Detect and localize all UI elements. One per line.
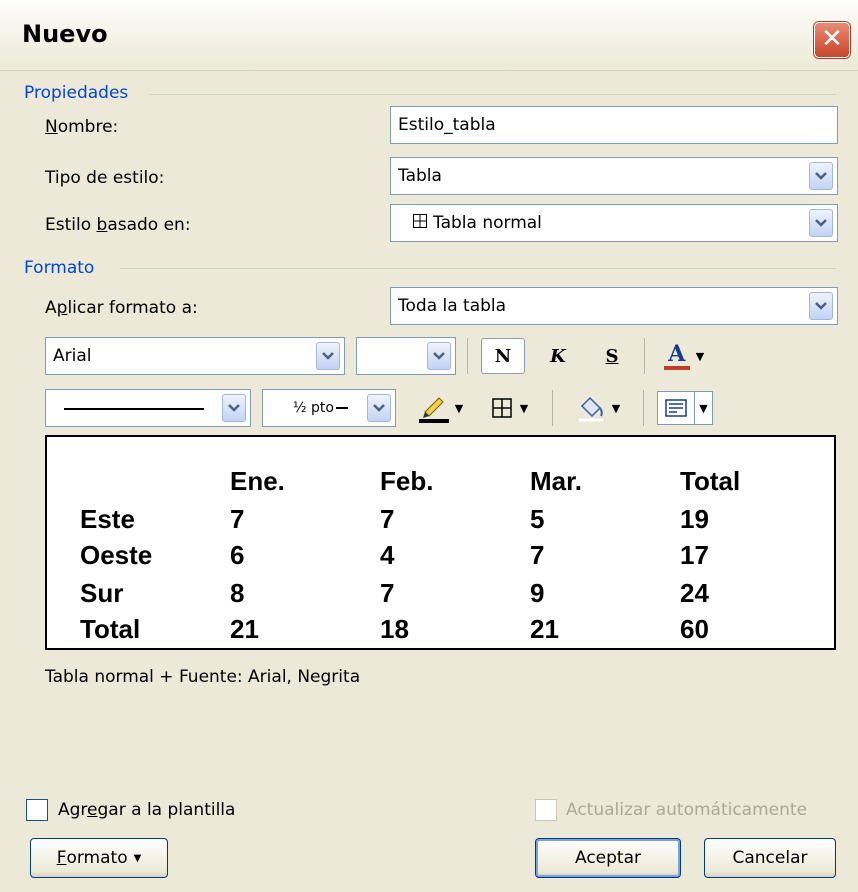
actualizar-checkbox[interactable]	[535, 799, 557, 821]
shading-button[interactable]: ▼	[564, 390, 632, 426]
table-cell: 7	[380, 504, 395, 534]
table-header-ene: Ene.	[230, 466, 285, 496]
borders-button[interactable]: ▼	[478, 390, 542, 426]
table-cell: 6	[230, 540, 245, 570]
formato-group-label: Formato	[24, 258, 103, 278]
table-cell: 7	[230, 504, 245, 534]
table-row-label: Sur	[80, 578, 124, 608]
font-name-select[interactable]: Arial	[45, 337, 345, 375]
chevron-down-icon[interactable]	[222, 394, 246, 422]
alignment-button[interactable]: ▼	[653, 390, 717, 426]
font-size-select[interactable]	[356, 337, 456, 375]
formato-divider	[120, 268, 836, 269]
cancelar-button[interactable]: Cancelar	[704, 838, 836, 878]
aplicar-formato-select[interactable]: Toda la tabla	[390, 287, 838, 325]
chevron-down-icon[interactable]	[809, 292, 833, 320]
italic-label: K	[550, 345, 566, 367]
table-cell: 24	[680, 578, 709, 608]
estilo-basado-label: Estilo basado en:	[45, 215, 191, 235]
formato-button-label-u: F	[56, 848, 67, 868]
chevron-down-icon[interactable]	[809, 209, 833, 237]
nombre-input[interactable]: Estilo_tabla	[390, 106, 838, 144]
toolbar-separator	[643, 390, 644, 426]
nombre-label: Nombre:	[45, 117, 119, 137]
tipo-estilo-label: Tipo de estilo:	[45, 168, 165, 188]
chevron-down-icon[interactable]	[316, 342, 340, 370]
dropdown-arrow-icon: ▼	[133, 852, 142, 864]
table-grid-icon	[413, 205, 427, 241]
table-cell: 18	[380, 614, 409, 644]
aplicar-formato-label: Aplicar formato a:	[45, 298, 198, 318]
bold-label: N	[494, 345, 512, 367]
chevron-down-icon[interactable]	[367, 394, 391, 422]
formato-button-label: ormato	[66, 848, 128, 868]
dropdown-arrow-icon: ▼	[695, 391, 713, 425]
underline-label: S	[605, 345, 619, 367]
estilo-basado-value: Tabla normal	[433, 213, 542, 233]
aceptar-button[interactable]: Aceptar	[535, 838, 681, 878]
underline-button[interactable]: S	[592, 338, 632, 374]
dialog-title: Nuevo	[22, 20, 108, 48]
table-cell: 9	[530, 578, 545, 608]
close-icon[interactable]: ✕	[814, 22, 850, 58]
table-preview: Ene. Feb. Mar. Total Este 7 7 5 19 Oeste…	[45, 435, 836, 650]
table-row-label: Este	[80, 504, 135, 534]
table-cell: 17	[680, 540, 709, 570]
line-weight-value: ½ pto	[293, 400, 334, 416]
font-color-button[interactable]: A ▼	[654, 338, 714, 374]
table-header-mar: Mar.	[530, 466, 583, 496]
borders-icon	[492, 398, 512, 418]
table-cell: 4	[380, 540, 395, 570]
table-header-total: Total	[680, 466, 741, 496]
italic-button[interactable]: K	[538, 338, 578, 374]
title-bar: Nuevo ✕	[0, 0, 858, 71]
pencil-icon	[418, 397, 449, 423]
dropdown-arrow-icon: ▼	[519, 401, 529, 415]
line-style-select[interactable]	[45, 389, 251, 427]
table-cell: 7	[530, 540, 545, 570]
table-row-label: Total	[80, 614, 141, 644]
propiedades-divider	[150, 94, 836, 95]
agregar-plantilla-label[interactable]: Agregar a la plantilla	[58, 800, 235, 820]
table-header-feb: Feb.	[380, 466, 434, 496]
bold-button[interactable]: N	[481, 338, 525, 374]
propiedades-group-label: Propiedades	[24, 83, 137, 103]
table-cell: 21	[230, 614, 259, 644]
paint-bucket-icon	[577, 396, 605, 422]
line-style-preview	[64, 408, 204, 410]
table-row-label: Oeste	[80, 540, 153, 570]
toolbar-separator	[552, 390, 553, 426]
font-color-icon: A	[663, 342, 690, 370]
dropdown-arrow-icon: ▼	[611, 401, 621, 415]
line-weight-select[interactable]: ½ pto	[262, 389, 396, 427]
tipo-estilo-select[interactable]: Tabla	[390, 157, 838, 195]
border-color-button[interactable]: ▼	[408, 390, 472, 426]
table-cell: 19	[680, 504, 709, 534]
table-cell: 21	[530, 614, 559, 644]
estilo-basado-select[interactable]: Tabla normal	[390, 204, 838, 242]
table-cell: 5	[530, 504, 545, 534]
dialog-window: Nuevo ✕ Propiedades Nombre: Estilo_tabla…	[0, 0, 858, 892]
toolbar-separator	[467, 338, 468, 374]
line-weight-line	[335, 407, 348, 409]
style-description: Tabla normal + Fuente: Arial, Negrita	[45, 667, 361, 687]
table-cell: 7	[380, 578, 395, 608]
actualizar-label: Actualizar automáticamente	[566, 800, 808, 820]
aplicar-formato-value: Toda la tabla	[398, 296, 507, 316]
tipo-estilo-value: Tabla	[398, 166, 442, 186]
table-cell: 8	[230, 578, 245, 608]
dropdown-arrow-icon: ▼	[695, 349, 705, 363]
align-icon	[657, 391, 695, 425]
toolbar-separator	[644, 338, 645, 374]
dropdown-arrow-icon: ▼	[454, 401, 464, 415]
table-cell: 60	[680, 614, 709, 644]
chevron-down-icon[interactable]	[427, 342, 451, 370]
chevron-down-icon[interactable]	[809, 162, 833, 190]
font-name-value: Arial	[53, 346, 92, 366]
formato-button[interactable]: Formato ▼	[30, 838, 168, 878]
agregar-plantilla-checkbox[interactable]	[26, 799, 48, 821]
